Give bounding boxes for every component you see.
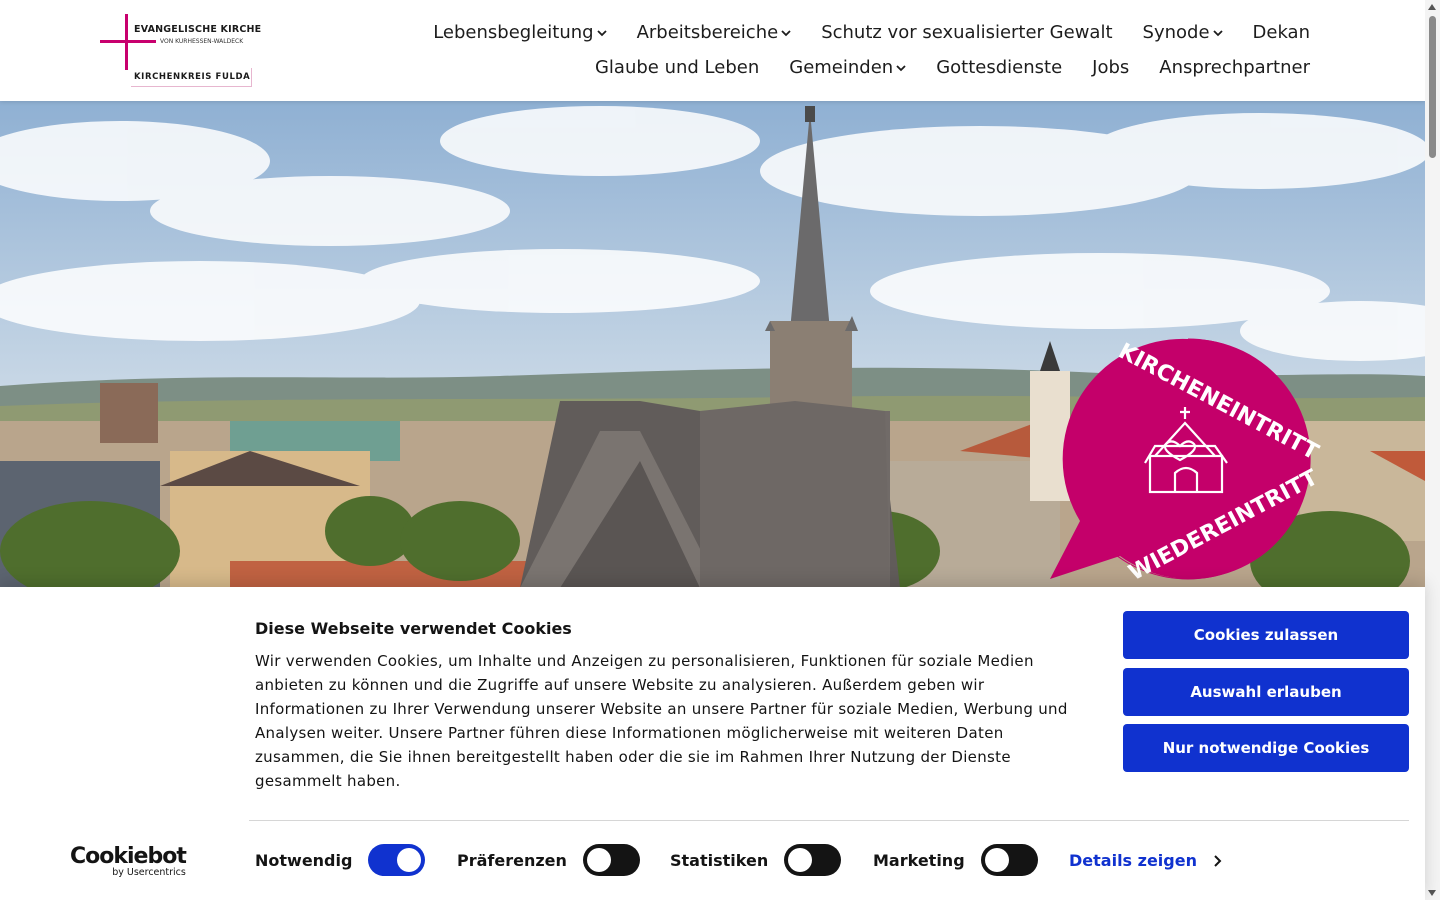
toggle-label: Präferenzen xyxy=(457,850,567,870)
nav-item-label: Arbeitsbereiche xyxy=(636,22,779,43)
scroll-thumb[interactable] xyxy=(1429,16,1436,158)
toggle-marketing-group: Marketing xyxy=(873,844,1038,876)
nav-item-dekan[interactable]: Dekan xyxy=(1253,22,1310,43)
toggle-marketing[interactable] xyxy=(980,844,1038,876)
nav-item-label: Ansprechpartner xyxy=(1159,57,1310,78)
nav-item-schutz[interactable]: Schutz vor sexualisierter Gewalt xyxy=(821,22,1112,43)
nav-item-label: Synode xyxy=(1142,22,1210,43)
cross-icon-bar xyxy=(100,40,156,43)
nav-item-synode[interactable]: Synode xyxy=(1143,22,1223,43)
cookie-title: Diese Webseite verwendet Cookies xyxy=(255,619,572,638)
nav-item-label: Jobs xyxy=(1092,57,1130,78)
nav-item-glaube-und-leben[interactable]: Glaube und Leben xyxy=(595,57,759,78)
logo-title: EVANGELISCHE KIRCHE xyxy=(134,24,262,35)
details-label: Details zeigen xyxy=(1069,851,1197,870)
cookiebot-brand-name: Cookiebot xyxy=(70,844,187,869)
toggle-label: Statistiken xyxy=(670,850,769,870)
site-header: EVANGELISCHE KIRCHE VON KURHESSEN-WALDEC… xyxy=(0,0,1425,101)
main-nav-row-2: Glaube und Leben Gemeinden Gottesdienste… xyxy=(565,57,1310,78)
nav-item-arbeitsbereiche[interactable]: Arbeitsbereiche xyxy=(637,22,792,43)
cookiebot-logo[interactable]: Cookiebot by Usercentrics xyxy=(70,844,187,879)
nav-item-lebensbegleitung[interactable]: Lebensbegleitung xyxy=(433,22,607,43)
main-nav-row-1: Lebensbegleitung Arbeitsbereiche Schutz … xyxy=(403,22,1310,43)
toggle-notwendig[interactable] xyxy=(368,844,426,876)
details-show-link[interactable]: Details zeigen xyxy=(1069,851,1222,870)
hero-image: KIRCHENEINTRITT WIEDEREINTRITT xyxy=(0,101,1425,588)
toggle-knob xyxy=(984,848,1009,872)
city-skyline-illustration: KIRCHENEINTRITT WIEDEREINTRITT xyxy=(0,101,1425,588)
toggle-notwendig-group: Notwendig xyxy=(255,844,426,876)
cookie-description: Wir verwenden Cookies, um Inhalte und An… xyxy=(255,652,1068,790)
chevron-right-icon xyxy=(1214,854,1222,867)
nav-item-jobs[interactable]: Jobs xyxy=(1092,57,1129,78)
nav-item-label: Schutz vor sexualisierter Gewalt xyxy=(821,22,1113,43)
cookie-divider xyxy=(249,820,1409,821)
toggle-knob xyxy=(586,848,611,872)
toggle-praeferenzen[interactable] xyxy=(582,844,640,876)
toggle-statistiken[interactable] xyxy=(784,844,842,876)
nav-item-ansprechpartner[interactable]: Ansprechpartner xyxy=(1159,57,1310,78)
toggle-label: Notwendig xyxy=(255,850,353,870)
necessary-only-button[interactable]: Nur notwendige Cookies xyxy=(1123,724,1409,772)
logo-subtitle: VON KURHESSEN-WALDECK xyxy=(160,38,244,45)
nav-item-label: Lebensbegleitung xyxy=(433,22,594,43)
nav-item-label: Gottesdienste xyxy=(936,57,1063,78)
nav-item-label: Dekan xyxy=(1252,22,1310,43)
chevron-down-icon xyxy=(781,29,791,36)
nav-item-gemeinden[interactable]: Gemeinden xyxy=(789,57,906,78)
chevron-down-icon xyxy=(1212,29,1223,36)
site-logo[interactable]: EVANGELISCHE KIRCHE VON KURHESSEN-WALDEC… xyxy=(98,14,262,88)
chevron-down-icon xyxy=(896,64,906,71)
toggle-knob xyxy=(788,848,813,872)
toggle-label: Marketing xyxy=(873,850,965,870)
toggle-knob xyxy=(397,848,422,872)
scroll-down-arrow-icon[interactable] xyxy=(1428,890,1436,896)
chevron-down-icon xyxy=(596,29,607,36)
cookie-consent-banner: Diese Webseite verwendet Cookies Wir ver… xyxy=(0,587,1425,900)
logo-district: KIRCHENKREIS FULDA xyxy=(134,72,251,82)
nav-item-gottesdienste[interactable]: Gottesdienste xyxy=(936,57,1062,78)
toggle-praeferenzen-group: Präferenzen xyxy=(457,844,640,876)
allow-selection-button[interactable]: Auswahl erlauben xyxy=(1123,668,1409,716)
scroll-up-arrow-icon[interactable] xyxy=(1428,4,1436,10)
nav-item-label: Glaube und Leben xyxy=(594,57,760,78)
nav-item-label: Gemeinden xyxy=(789,57,894,78)
toggle-statistiken-group: Statistiken xyxy=(670,844,842,876)
allow-all-cookies-button[interactable]: Cookies zulassen xyxy=(1123,611,1409,659)
page-scrollbar[interactable] xyxy=(1425,0,1440,900)
